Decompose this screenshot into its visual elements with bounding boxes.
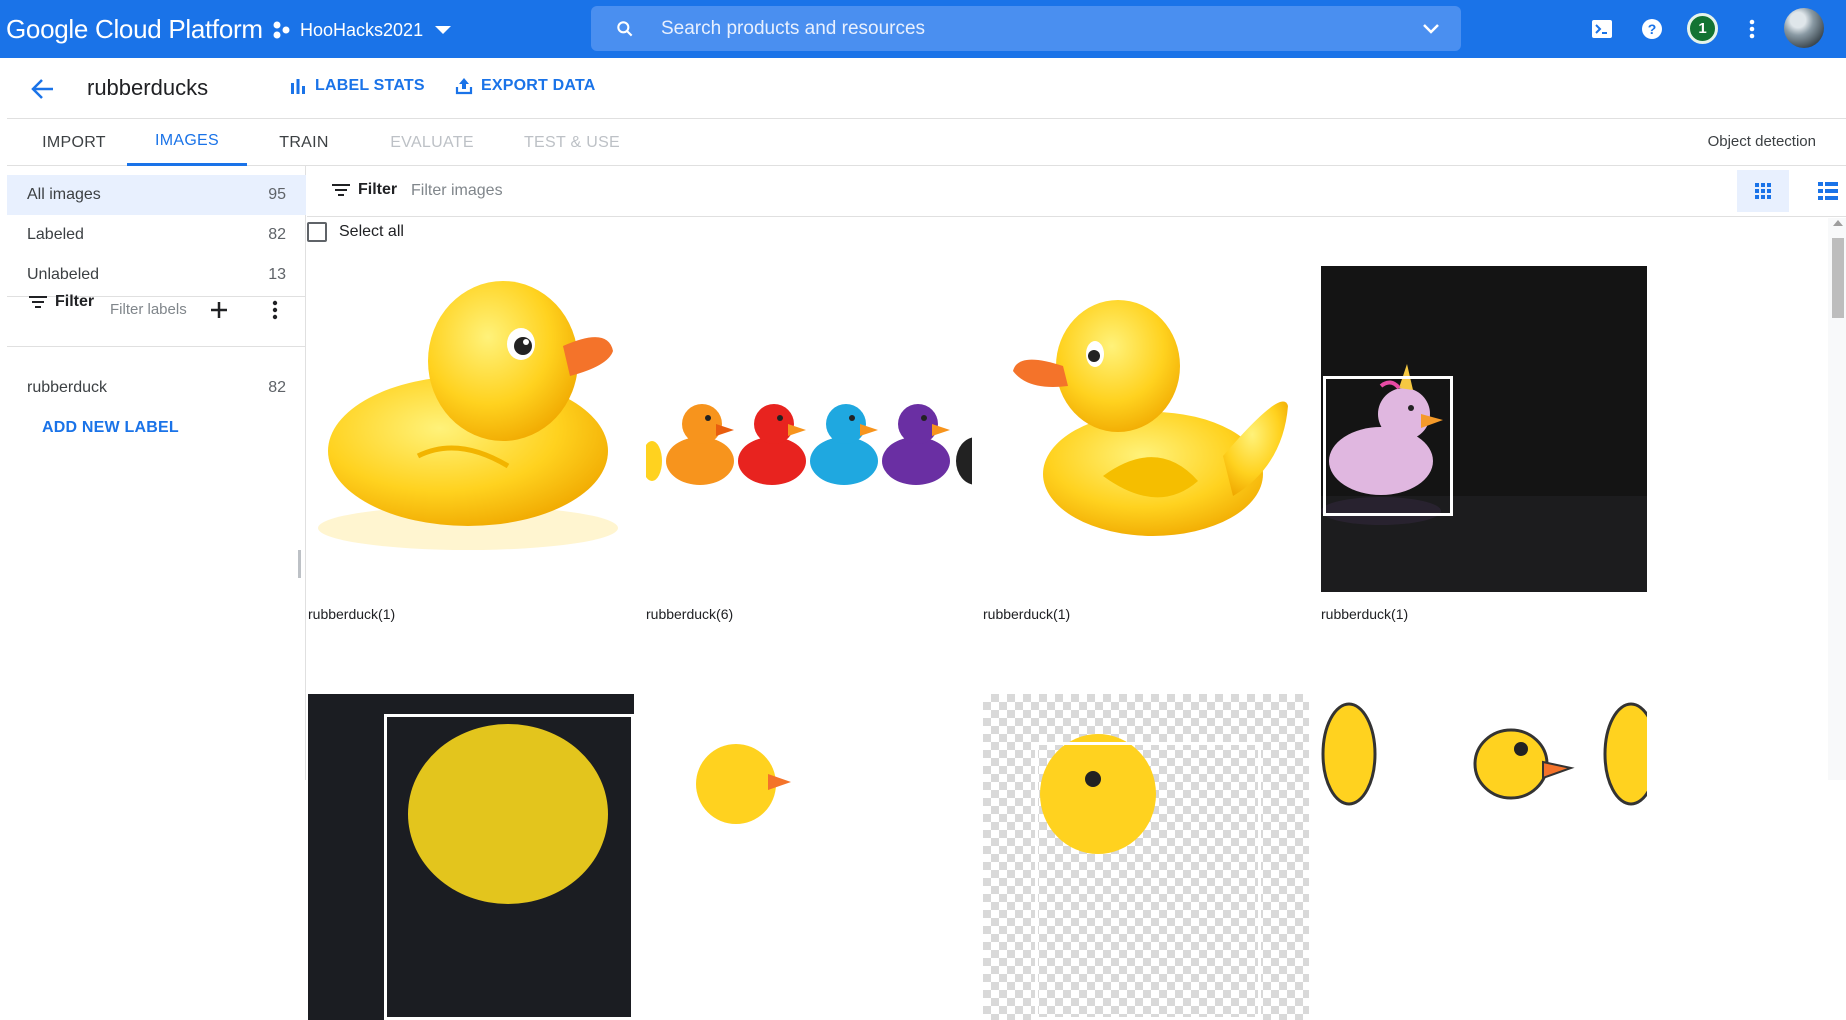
search-icon	[617, 21, 633, 37]
filter-label: Labeled	[27, 226, 84, 243]
filter-count: 82	[268, 226, 286, 243]
label-item-rubberduck[interactable]: rubberduck 82	[7, 368, 306, 408]
more-vert-icon[interactable]	[263, 298, 287, 322]
tab-images[interactable]: IMAGES	[127, 119, 247, 166]
dataset-title: rubberducks	[87, 75, 209, 100]
image-card[interactable]	[646, 694, 972, 1020]
filter-button-label: Filter	[55, 293, 95, 310]
bounding-box[interactable]	[1035, 742, 1261, 1020]
top-app-bar: Google Cloud Platform HooHacks2021 Searc…	[0, 0, 1846, 58]
svg-text:?: ?	[1648, 21, 1657, 37]
filter-unlabeled[interactable]: Unlabeled 13	[7, 255, 306, 295]
filter-count: 95	[268, 186, 286, 203]
grid-view-icon	[1755, 183, 1771, 199]
filter-count: 13	[268, 266, 286, 283]
filter-icon	[29, 296, 47, 308]
image-card[interactable]: rubberduck(1)	[983, 266, 1309, 622]
filter-labels-input[interactable]: Filter labels	[110, 300, 192, 319]
tab-test-and-use: TEST & USE	[523, 133, 621, 151]
back-arrow-icon[interactable]	[29, 75, 57, 103]
divider	[7, 346, 306, 347]
image-caption: rubberduck(1)	[983, 606, 1071, 622]
cartoon-ducks-image	[1321, 702, 1647, 806]
tab-evaluate: EVALUATE	[390, 133, 474, 151]
project-icon	[273, 21, 290, 39]
notification-badge[interactable]: 1	[1687, 13, 1718, 44]
rubber-duck-image	[1013, 300, 1288, 536]
image-thumbnail[interactable]	[983, 266, 1309, 592]
project-name: HooHacks2021	[300, 19, 424, 40]
cloud-shell-icon[interactable]	[1588, 15, 1616, 43]
bounding-box[interactable]	[1323, 376, 1453, 516]
tab-train[interactable]: TRAIN	[263, 119, 345, 166]
tab-import[interactable]: IMPORT	[27, 119, 121, 166]
scroll-thumb[interactable]	[1832, 238, 1844, 318]
rubber-duck-image	[318, 281, 618, 550]
model-type-label: Object detection	[1707, 133, 1816, 150]
image-thumbnail[interactable]	[308, 266, 634, 592]
bounding-box[interactable]	[384, 714, 634, 1020]
list-view-icon	[1818, 182, 1838, 200]
images-filter-button[interactable]: Filter	[332, 181, 397, 199]
image-thumbnail[interactable]	[646, 266, 972, 592]
filter-label: Unlabeled	[27, 266, 100, 283]
image-caption: rubberduck(6)	[646, 606, 734, 622]
search-input[interactable]: Search products and resources	[661, 18, 925, 40]
dataset-header: rubberducks LABEL STATS EXPORT DATA	[7, 59, 1846, 119]
image-card[interactable]: rubberduck(1)	[1321, 266, 1647, 622]
colored-ducks-image	[646, 404, 972, 485]
image-card[interactable]: rubberduck(1)	[308, 266, 634, 622]
label-count: 82	[268, 379, 286, 396]
filter-icon	[332, 184, 350, 196]
bar-chart-icon	[291, 79, 305, 94]
image-thumbnail[interactable]	[308, 694, 634, 1020]
grid-view-button[interactable]	[1737, 170, 1789, 212]
filter-images-input[interactable]: Filter images	[411, 182, 503, 200]
image-thumbnail[interactable]	[646, 694, 972, 1020]
chevron-down-icon[interactable]	[1421, 20, 1441, 38]
image-thumbnail[interactable]	[983, 694, 1309, 1020]
add-icon[interactable]	[207, 298, 231, 322]
select-all: Select all	[307, 222, 404, 242]
search-bar[interactable]: Search products and resources	[591, 6, 1461, 51]
image-card[interactable]	[1321, 694, 1647, 1020]
image-card[interactable]	[308, 694, 634, 1020]
image-card[interactable]	[983, 694, 1309, 1020]
select-all-label: Select all	[339, 223, 404, 240]
label-name: rubberduck	[27, 379, 108, 396]
tab-bar: IMPORT IMAGES TRAIN EVALUATE TEST & USE …	[7, 119, 1846, 166]
scrollbar[interactable]	[1828, 218, 1846, 780]
list-view-button[interactable]	[1807, 170, 1846, 212]
rubber-duck-image	[696, 744, 791, 824]
select-all-checkbox[interactable]	[307, 222, 327, 242]
project-selector[interactable]: HooHacks2021	[272, 14, 452, 46]
export-data-label: EXPORT DATA	[481, 77, 596, 94]
help-icon[interactable]: ?	[1638, 15, 1666, 43]
image-thumbnail[interactable]	[1321, 694, 1647, 1020]
filter-all-images[interactable]: All images 95	[7, 175, 306, 215]
image-thumbnail[interactable]	[1321, 266, 1647, 592]
more-vert-icon[interactable]	[1738, 15, 1766, 43]
filter-labeled[interactable]: Labeled 82	[7, 215, 306, 255]
add-new-label-button[interactable]: ADD NEW LABEL	[42, 419, 179, 437]
image-caption: rubberduck(1)	[308, 606, 396, 622]
image-caption: rubberduck(1)	[1321, 606, 1409, 622]
image-card[interactable]: rubberduck(6)	[646, 266, 972, 622]
images-filter-bar: Filter Filter images	[307, 166, 1846, 217]
avatar[interactable]	[1784, 8, 1824, 48]
upload-icon	[455, 78, 473, 95]
label-filter-button[interactable]: Filter	[29, 293, 94, 311]
resize-handle[interactable]	[298, 550, 301, 578]
gcp-logo[interactable]: Google Cloud Platform	[6, 14, 263, 45]
caret-down-icon	[435, 26, 452, 34]
export-data-button[interactable]: EXPORT DATA	[455, 77, 596, 95]
label-stats-button[interactable]: LABEL STATS	[289, 77, 425, 95]
label-stats-label: LABEL STATS	[315, 77, 425, 94]
filter-label: All images	[27, 186, 101, 203]
left-sidebar: All images 95 Labeled 82 Unlabeled 13 Fi…	[7, 166, 306, 780]
filter-button-label: Filter	[358, 181, 398, 198]
scroll-up-arrow-icon[interactable]	[1833, 220, 1843, 226]
